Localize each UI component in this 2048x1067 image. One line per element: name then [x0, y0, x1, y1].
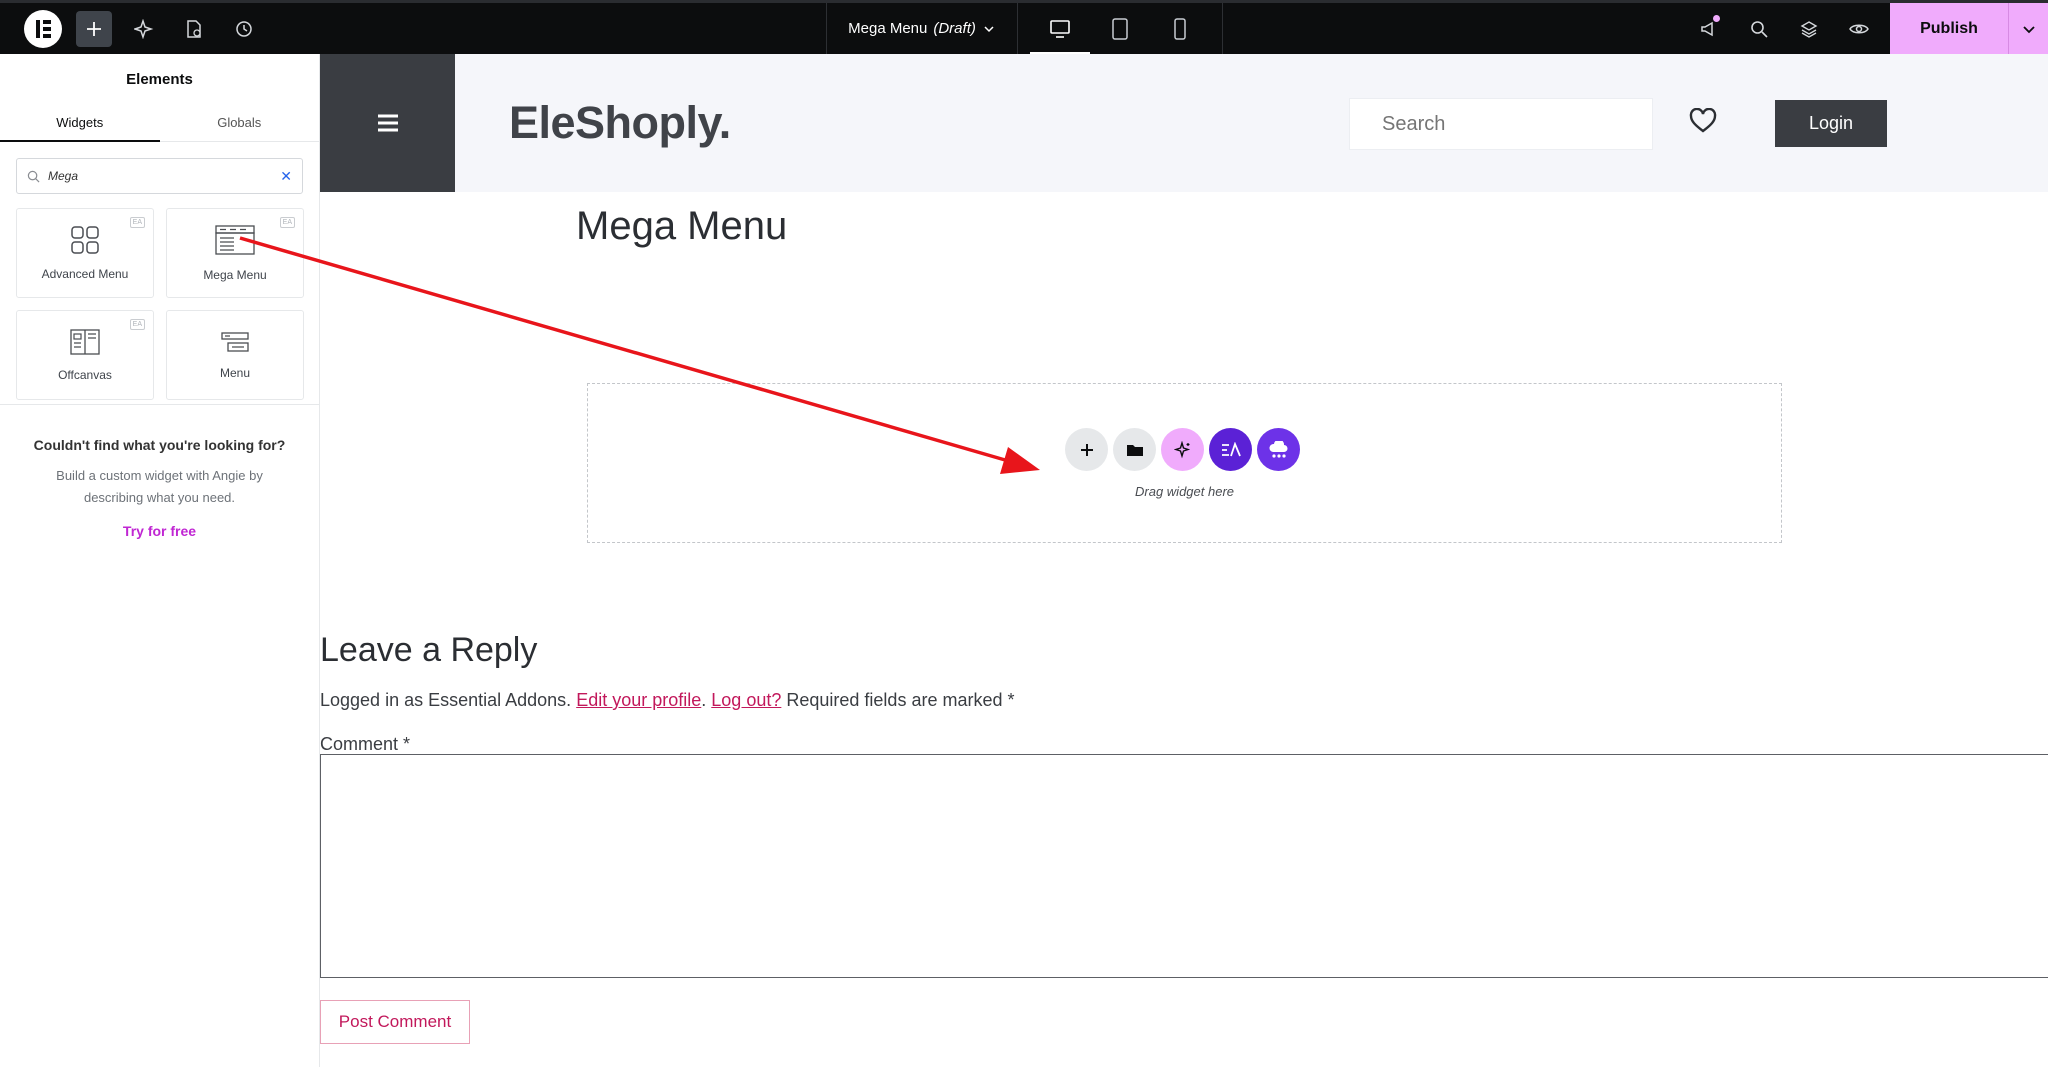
site-header: EleShoply. Login: [320, 54, 2048, 192]
reply-title: Leave a Reply: [320, 631, 538, 669]
plus-icon: [1080, 443, 1093, 456]
add-section-actions: [1065, 428, 1300, 471]
widget-advanced-menu[interactable]: EA Advanced Menu: [16, 208, 154, 298]
logout-link[interactable]: Log out?: [711, 690, 781, 710]
topbar-left: [0, 3, 262, 54]
topbar-center: Mega Menu (Draft): [826, 3, 1223, 54]
required-fields-note: Required fields are marked *: [786, 690, 1015, 710]
clear-search-icon[interactable]: ✕: [280, 168, 292, 185]
cloud-icon: [1269, 440, 1287, 458]
history-button[interactable]: [226, 11, 262, 47]
editor-topbar: Mega Menu (Draft) Publish: [0, 0, 2048, 54]
page-settings-icon: [187, 19, 201, 38]
history-icon: [236, 20, 252, 37]
site-search: [1349, 98, 1653, 150]
panel-title: Elements: [126, 70, 193, 88]
add-template-button[interactable]: [1113, 428, 1156, 471]
sparkle-icon: [1173, 440, 1190, 458]
widget-drop-zone[interactable]: Drag widget here: [587, 383, 1782, 543]
desktop-view-button[interactable]: [1030, 3, 1090, 54]
menu-icon: [221, 332, 249, 352]
widget-offcanvas[interactable]: EA Offcanvas: [16, 310, 154, 400]
ai-site-button[interactable]: [126, 11, 162, 47]
widget-label: Advanced Menu: [41, 267, 129, 281]
promo-title: Couldn't find what you're looking for?: [33, 437, 286, 453]
tablet-icon: [1112, 17, 1128, 40]
widget-label: Mega Menu: [203, 268, 267, 282]
ea-badge: EA: [129, 319, 145, 330]
ea-badge: EA: [129, 217, 145, 228]
document-status: (Draft): [933, 20, 976, 37]
search-icon: [1751, 20, 1768, 38]
preview-canvas: EleShoply. Login Mega Menu: [320, 54, 2048, 1067]
search-icon: [27, 170, 40, 182]
plus-icon: [87, 21, 101, 36]
comment-label: Comment *: [320, 734, 411, 754]
tablet-view-button[interactable]: [1090, 3, 1150, 54]
mega-menu-icon: [215, 225, 255, 255]
add-section-button[interactable]: [1065, 428, 1108, 471]
panel-tabs: Widgets Globals: [0, 104, 319, 142]
widget-grid: EA Advanced Menu EA Mega Menu EA Offcanv…: [0, 208, 319, 400]
eye-icon: [1849, 24, 1869, 33]
notifications-button[interactable]: [1684, 3, 1734, 54]
wishlist-heart-icon[interactable]: [1689, 107, 1717, 139]
cloud-templates-button[interactable]: [1257, 428, 1300, 471]
widget-label: Menu: [219, 366, 251, 380]
comment-textarea[interactable]: [320, 754, 2048, 978]
widget-search-input[interactable]: [48, 169, 273, 183]
edit-profile-link[interactable]: Edit your profile: [576, 690, 701, 710]
widget-menu[interactable]: Menu: [166, 310, 304, 400]
mobile-icon: [1174, 17, 1186, 40]
chevron-down-icon: [984, 25, 994, 32]
topbar-right: Publish: [1684, 3, 2048, 54]
ea-badge: EA: [279, 217, 295, 228]
page-settings-button[interactable]: [176, 11, 212, 47]
site-search-input[interactable]: [1382, 112, 1647, 136]
offcanvas-icon: [70, 329, 100, 355]
chevron-down-icon: [2022, 25, 2035, 33]
page-title: Mega Menu: [576, 204, 788, 248]
mobile-view-button[interactable]: [1150, 3, 1210, 54]
elementor-logo-icon[interactable]: [24, 9, 62, 48]
hamburger-icon: [377, 114, 398, 132]
structure-button[interactable]: [1784, 3, 1834, 54]
sparkle-icon: [134, 18, 154, 39]
desktop-icon: [1050, 19, 1070, 38]
drag-widget-hint: Drag widget here: [1135, 484, 1234, 499]
publish-button[interactable]: Publish: [1890, 3, 2008, 54]
tab-widgets[interactable]: Widgets: [0, 104, 160, 142]
login-button[interactable]: Login: [1775, 100, 1887, 147]
essential-addons-templates-button[interactable]: [1209, 428, 1252, 471]
finder-button[interactable]: [1734, 3, 1784, 54]
hamburger-menu-button[interactable]: [320, 54, 455, 192]
post-comment-button[interactable]: Post Comment: [320, 1000, 470, 1044]
widget-search: ✕: [16, 158, 303, 194]
logged-in-text: Logged in as Essential Addons.: [320, 690, 572, 710]
responsive-switcher: [1018, 3, 1223, 54]
promo-description: Build a custom widget with Angie by desc…: [56, 468, 263, 505]
tab-globals[interactable]: Globals: [160, 104, 320, 141]
site-logo[interactable]: EleShoply.: [509, 97, 731, 149]
logged-in-notice: Logged in as Essential Addons. Edit your…: [320, 690, 1015, 710]
ea-logo-icon: [1221, 441, 1241, 456]
publish-options-button[interactable]: [2008, 3, 2048, 54]
preview-button[interactable]: [1834, 3, 1884, 54]
layers-icon: [1800, 20, 1818, 38]
angie-promo: Couldn't find what you're looking for? B…: [0, 405, 319, 541]
document-title-dropdown[interactable]: Mega Menu (Draft): [826, 3, 1018, 54]
folder-icon: [1126, 444, 1143, 456]
notification-dot: [1713, 15, 1720, 22]
ai-generate-button[interactable]: [1161, 428, 1204, 471]
document-title: Mega Menu: [848, 20, 928, 37]
elements-panel: Elements Widgets Globals ✕ EA Advanced M…: [0, 54, 320, 1067]
widget-label: Offcanvas: [58, 368, 112, 382]
widget-mega-menu[interactable]: EA Mega Menu: [166, 208, 304, 298]
grid-icon: [71, 226, 99, 254]
add-element-button[interactable]: [76, 10, 112, 47]
try-for-free-link[interactable]: Try for free: [123, 523, 196, 539]
